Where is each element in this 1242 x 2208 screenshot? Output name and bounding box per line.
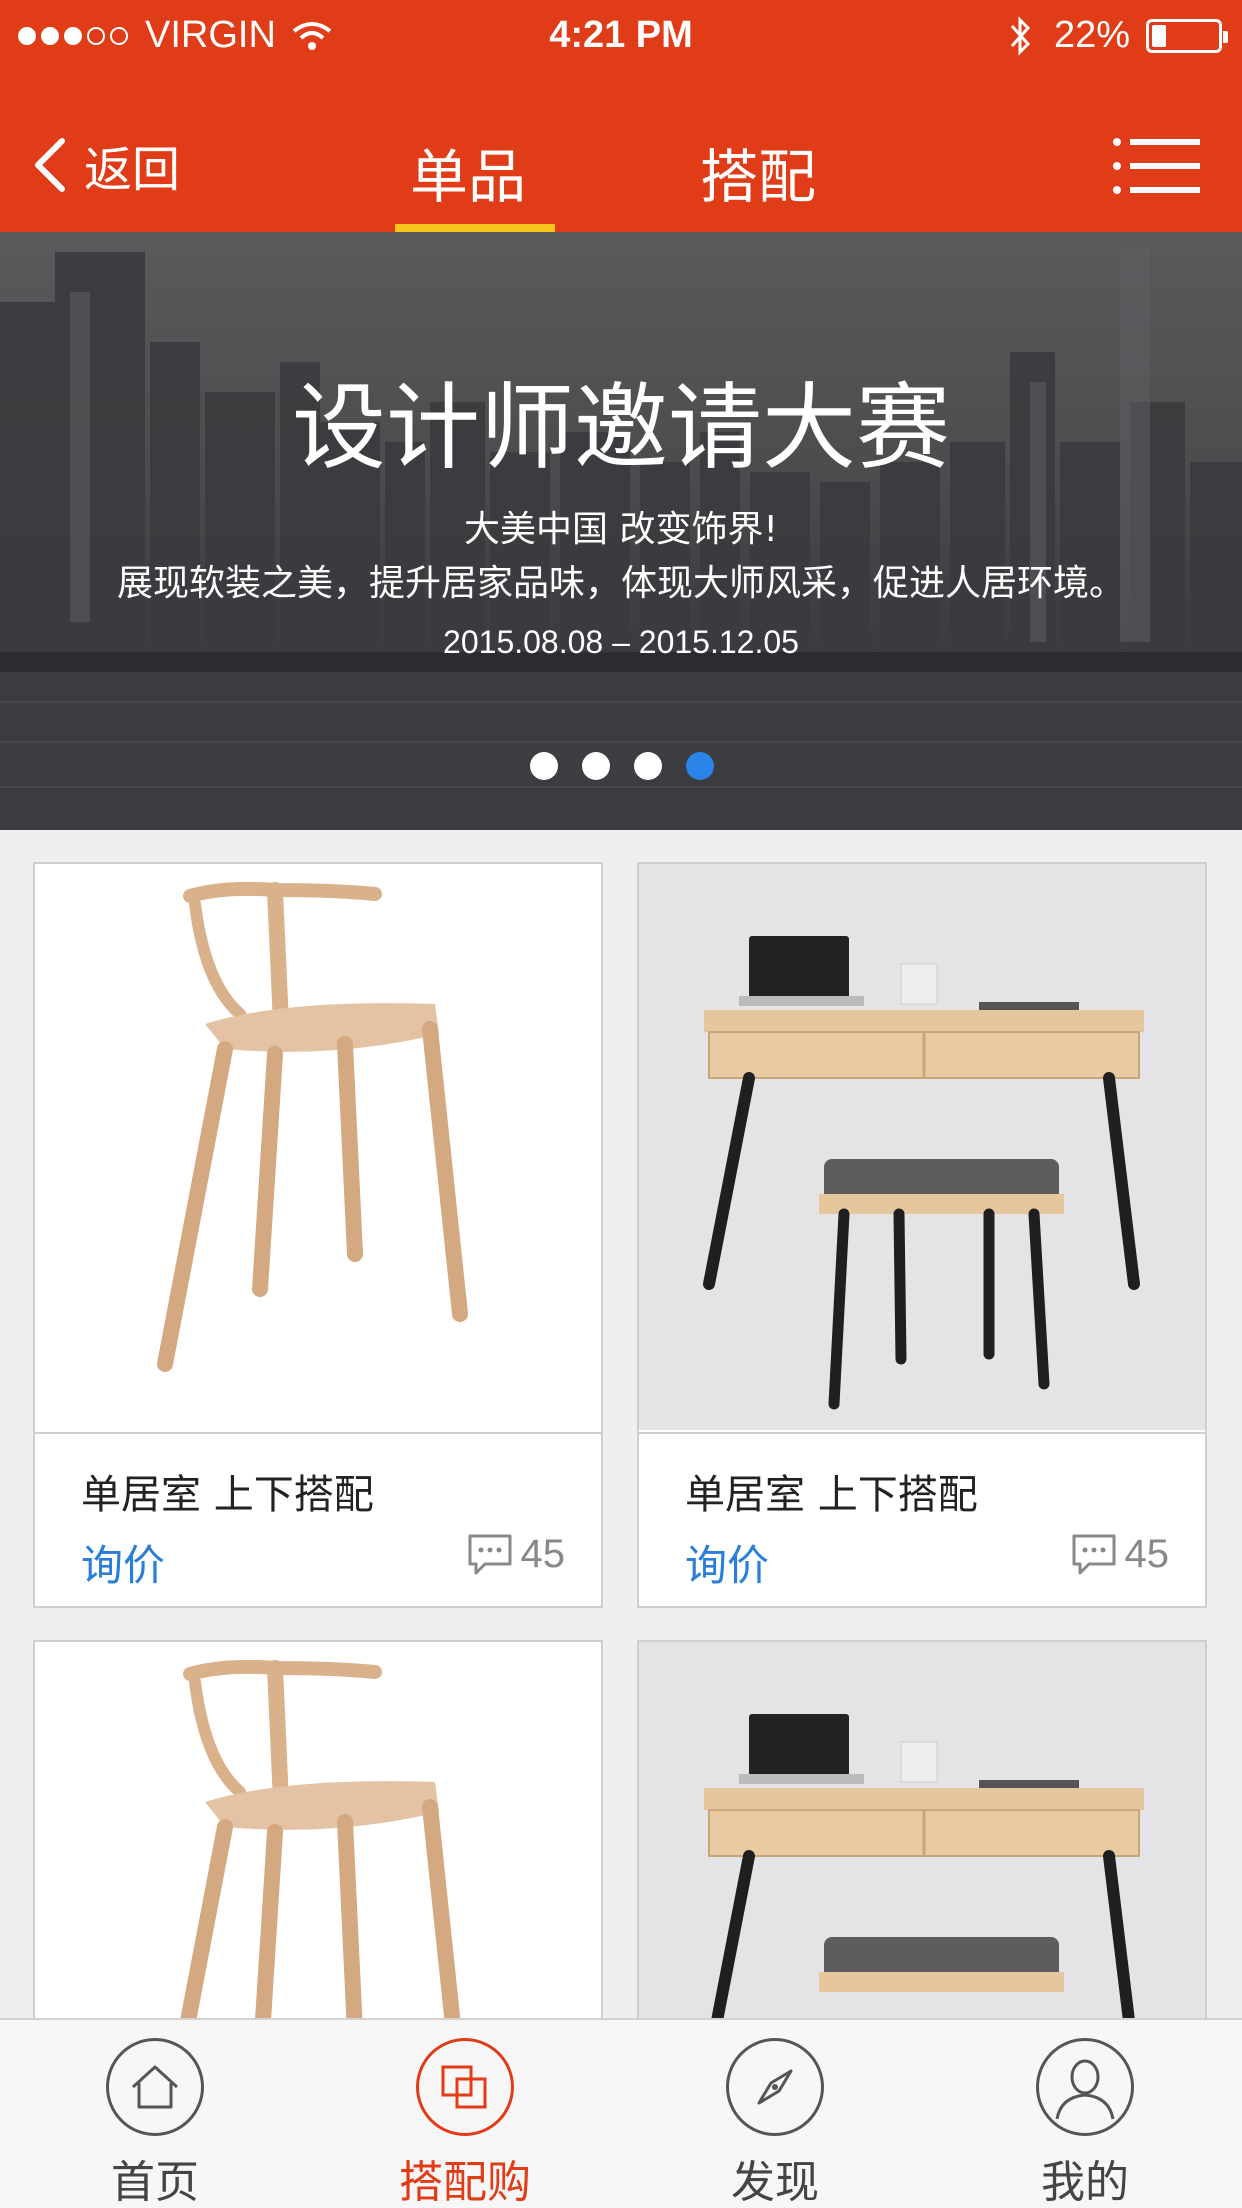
product-info: 单居室 上下搭配 询价 45 (639, 1432, 1205, 1604)
product-card[interactable]: 单居室 上下搭配 询价 45 (33, 862, 603, 1608)
compass-icon (726, 2038, 824, 2136)
battery-icon (1146, 18, 1228, 53)
product-name: 单居室 上下搭配 (81, 1472, 374, 1518)
bottom-tab-bar: 首页 搭配购 发现 我的 (0, 2018, 1242, 2208)
inquire-price-link[interactable]: 询价 (685, 1532, 769, 1593)
home-icon (106, 2038, 204, 2136)
tab-match-buy-label: 搭配购 (399, 2157, 531, 2208)
profile-icon (1036, 2038, 1134, 2136)
product-image-desk-and-stool[interactable] (639, 1642, 1205, 2058)
comment-icon (1072, 1534, 1115, 1574)
comment-icon (468, 1534, 511, 1574)
menu-icon[interactable] (1112, 136, 1202, 196)
active-tab-indicator (395, 224, 555, 232)
tab-match-buy[interactable]: 搭配购 (310, 2020, 620, 2208)
page-dot[interactable] (530, 752, 558, 780)
back-button[interactable]: 返回 (30, 130, 180, 200)
tab-discover[interactable]: 发现 (620, 2020, 930, 2208)
tab-discover-label: 发现 (731, 2157, 819, 2208)
banner-subtitle-1: 大美中国 改变饰界! (464, 509, 778, 550)
product-name: 单居室 上下搭配 (685, 1472, 978, 1518)
banner-subtitle-2: 展现软装之美，提升居家品味，体现大师风采，促进人居环境。 (116, 563, 1125, 604)
product-image-bar-stool[interactable] (35, 864, 601, 1430)
product-card[interactable]: 单居室 上下搭配 询价 45 (637, 862, 1207, 1608)
product-info: 单居室 上下搭配 询价 45 (35, 1432, 601, 1604)
banner-title: 设计师邀请大赛 (291, 374, 950, 483)
tab-single-item[interactable]: 单品 (410, 130, 526, 214)
banner-date-range: 2015.08.08 – 2015.12.05 (443, 624, 799, 660)
chevron-left-icon (35, 138, 65, 192)
match-buy-icon (416, 2038, 514, 2136)
comment-count[interactable]: 45 (1071, 1532, 1170, 1577)
product-card[interactable] (637, 1640, 1207, 2060)
back-label: 返回 (84, 142, 181, 198)
tab-home-label: 首页 (111, 2157, 199, 2208)
comment-count[interactable]: 45 (467, 1532, 566, 1577)
banner-page-indicator[interactable] (530, 752, 738, 780)
tab-home[interactable]: 首页 (0, 2020, 310, 2208)
comment-count-value: 45 (1124, 1532, 1170, 1576)
page-dot[interactable] (582, 752, 610, 780)
product-image-bar-stool[interactable] (35, 1642, 601, 2058)
battery-percent: 22% (1053, 14, 1130, 56)
page-dot-active[interactable] (686, 752, 714, 780)
status-bar: VIRGIN 4:21 PM 22% (0, 0, 1242, 72)
product-card[interactable] (33, 1640, 603, 2060)
navigation-bar: 返回 单品 搭配 (0, 100, 1242, 232)
inquire-price-link[interactable]: 询价 (81, 1532, 165, 1593)
tab-profile[interactable]: 我的 (930, 2020, 1240, 2208)
comment-count-value: 45 (520, 1532, 566, 1576)
bluetooth-icon (1010, 15, 1030, 56)
promo-banner[interactable]: 设计师邀请大赛 大美中国 改变饰界! 展现软装之美，提升居家品味，体现大师风采，… (0, 232, 1242, 830)
page-dot[interactable] (634, 752, 662, 780)
top-bar: VIRGIN 4:21 PM 22% 返回 单品 搭配 (0, 0, 1242, 232)
tab-profile-label: 我的 (1041, 2157, 1129, 2208)
tab-match[interactable]: 搭配 (700, 130, 816, 214)
product-image-desk-and-stool[interactable] (639, 864, 1205, 1430)
